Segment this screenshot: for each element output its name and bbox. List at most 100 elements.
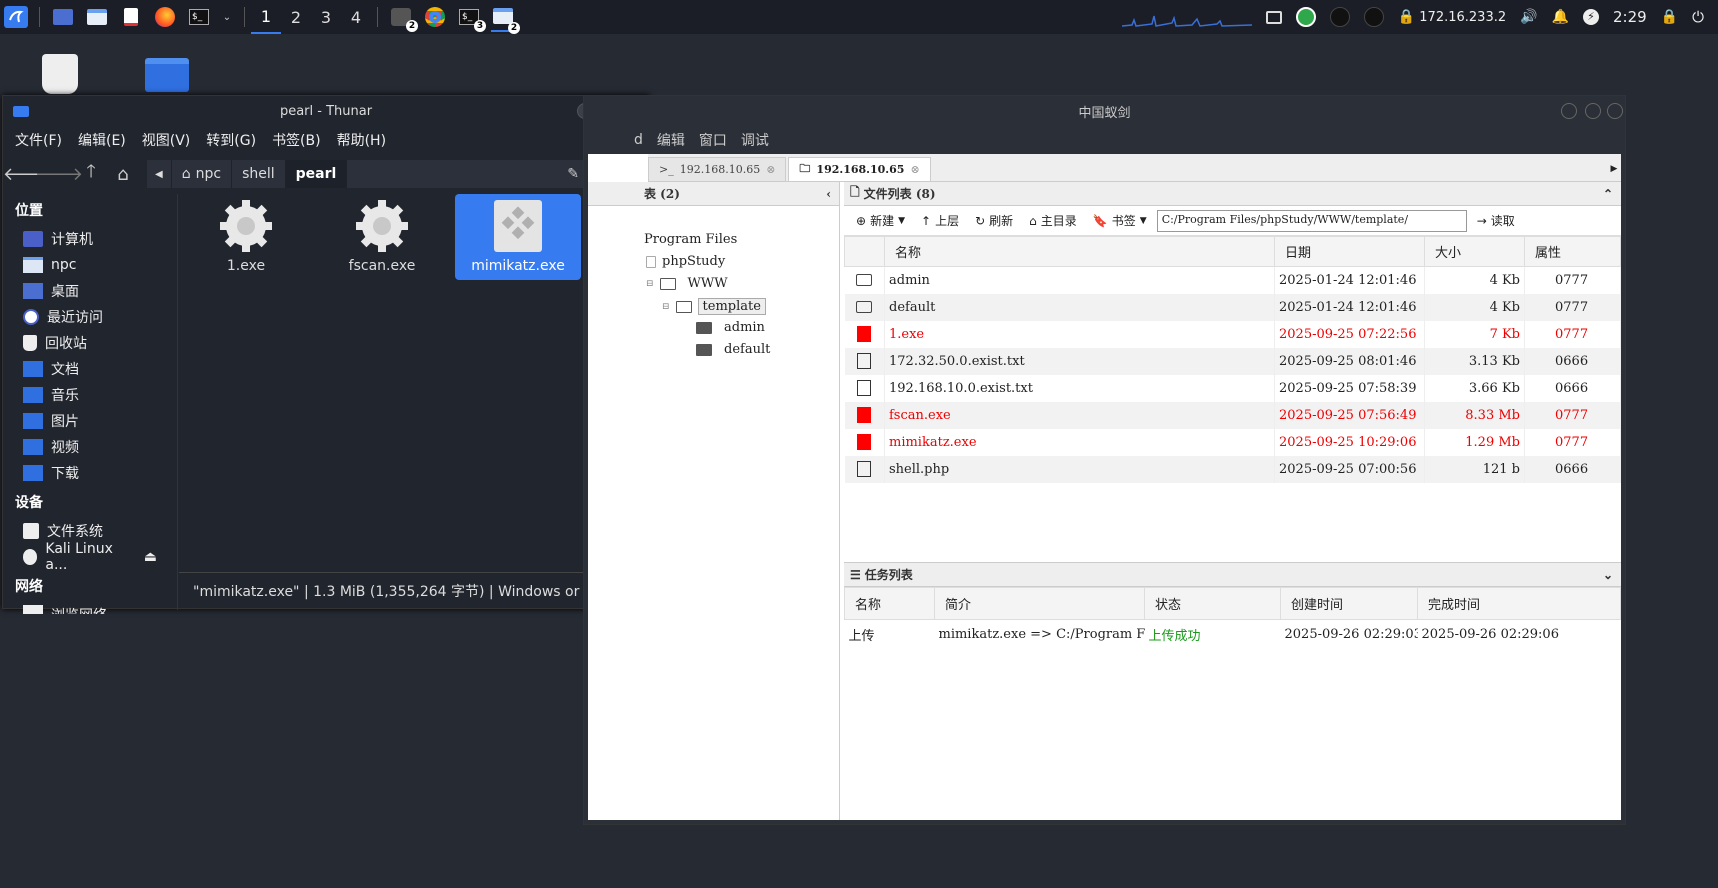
tree-item-admin[interactable]: admin: [696, 320, 765, 335]
file-item-selected[interactable]: mimikatz.exe: [455, 194, 581, 280]
file-item[interactable]: fscan.exe: [319, 194, 445, 280]
path-input[interactable]: C:/Program Files/phpStudy/WWW/template/: [1156, 209, 1467, 232]
sidebar-item-browse-network[interactable]: 浏览网络: [3, 602, 177, 614]
task-col-done[interactable]: 完成时间: [1417, 587, 1621, 620]
status-green-icon[interactable]: [1295, 7, 1316, 27]
menu-edit[interactable]: 编辑(E): [78, 130, 126, 150]
workspace-2[interactable]: 2: [281, 0, 311, 34]
table-row[interactable]: 172.32.50.0.exist.txt 2025-09-25 08:01:46…: [844, 347, 1621, 375]
breadcrumb-pearl[interactable]: pearl: [285, 160, 348, 188]
sidebar-item-trash[interactable]: 回收站: [3, 330, 177, 356]
breadcrumb-shell[interactable]: shell: [232, 160, 286, 188]
sidebar-item-music[interactable]: 音乐: [3, 382, 177, 408]
sidebar-item-videos[interactable]: 视频: [3, 434, 177, 460]
tree-item-default[interactable]: default: [696, 342, 770, 357]
file-item[interactable]: 1.exe: [183, 194, 309, 280]
menu-go[interactable]: 转到(G): [206, 130, 256, 150]
menu-file[interactable]: 文件(F): [15, 130, 62, 150]
breadcrumb-npc[interactable]: ⌂ npc: [172, 160, 233, 188]
up-level-button[interactable]: ↑ 上层: [915, 210, 965, 231]
screen-icon[interactable]: [1265, 10, 1282, 24]
menu-bookmarks[interactable]: 书签(B): [272, 130, 321, 150]
task-row[interactable]: 上传 mimikatz.exe => C:/Program Files/phpS…: [845, 620, 1621, 650]
table-row[interactable]: 1.exe 2025-09-25 07:22:56 7 Kb 0777: [844, 320, 1621, 348]
minimize-button[interactable]: [1561, 103, 1577, 119]
collapse-down-icon[interactable]: ⌄: [1603, 568, 1613, 582]
chrome-icon[interactable]: [423, 6, 447, 28]
sidebar-item-computer[interactable]: 计算机: [3, 226, 177, 252]
trash-desktop-icon[interactable]: [42, 54, 78, 94]
close-tab-icon[interactable]: ⊗: [910, 163, 919, 176]
menu-debug[interactable]: 调试: [741, 130, 769, 150]
sidebar-item-desktop[interactable]: 桌面: [3, 278, 177, 304]
table-row[interactable]: shell.php 2025-09-25 07:00:56 121 b 0666: [844, 455, 1621, 483]
logout-icon[interactable]: ⏻: [1692, 8, 1704, 26]
antsword-titlebar[interactable]: 中国蚁剑: [584, 96, 1625, 126]
new-button[interactable]: ⊕ 新建 ▼: [850, 210, 911, 231]
file-manager-icon[interactable]: [85, 6, 109, 28]
tray-app2-icon[interactable]: [1363, 7, 1384, 27]
kali-menu-icon[interactable]: [4, 6, 28, 28]
home-dir-button[interactable]: ⌂ 主目录: [1023, 210, 1083, 231]
tree-item-template[interactable]: ⊟ template: [662, 298, 766, 315]
tree-item-phpstudy[interactable]: phpStudy: [646, 254, 725, 269]
tree-item-www[interactable]: ⊟ WWW: [646, 276, 728, 291]
firefox-icon[interactable]: [153, 6, 177, 28]
sidebar-item-downloads[interactable]: 下载: [3, 460, 177, 486]
task-col-desc[interactable]: 简介: [934, 587, 1145, 620]
sidebar-item-recent[interactable]: 最近访问: [3, 304, 177, 330]
power-icon[interactable]: ⚡: [1583, 9, 1599, 25]
terminal-group-icon[interactable]: $_ 3: [457, 6, 486, 32]
refresh-button[interactable]: ↻ 刷新: [969, 210, 1019, 231]
col-size[interactable]: 大小: [1424, 236, 1525, 267]
lock-screen-icon[interactable]: 🔒: [1661, 9, 1678, 25]
menu-edit[interactable]: 编辑: [657, 130, 685, 150]
breadcrumb-left-icon[interactable]: ◀: [147, 160, 172, 188]
tray-app-icon[interactable]: [1329, 7, 1350, 27]
task-col-name[interactable]: 名称: [844, 587, 935, 620]
thunar-titlebar[interactable]: pearl - Thunar ✕: [3, 96, 649, 126]
sidebar-item-npc[interactable]: npc: [3, 252, 177, 278]
table-row[interactable]: admin 2025-01-24 12:01:46 4 Kb 0777: [844, 266, 1621, 294]
tab-scroll-right-icon[interactable]: ▶: [1607, 157, 1621, 181]
menu-partial[interactable]: d: [634, 132, 643, 148]
task-col-status[interactable]: 状态: [1144, 587, 1281, 620]
col-attr[interactable]: 属性: [1524, 236, 1621, 267]
table-row[interactable]: default 2025-01-24 12:01:46 4 Kb 0777: [844, 293, 1621, 321]
sidebar-item-pictures[interactable]: 图片: [3, 408, 177, 434]
workspace-1[interactable]: 1: [251, 0, 281, 34]
menu-window[interactable]: 窗口: [699, 130, 727, 150]
table-row[interactable]: fscan.exe 2025-09-25 07:56:49 8.33 Mb 0777: [844, 401, 1621, 429]
menu-view[interactable]: 视图(V): [142, 130, 191, 150]
thunar-group-icon[interactable]: 2: [491, 2, 520, 34]
expand-icon[interactable]: ⊟: [662, 302, 670, 312]
network-lock-icon[interactable]: 🔒: [1398, 9, 1415, 25]
forward-arrow-icon[interactable]: 🡒: [35, 160, 83, 188]
tree-item-program-files[interactable]: Program Files: [644, 232, 737, 247]
close-tab-icon[interactable]: ⊗: [766, 163, 775, 176]
table-row[interactable]: 192.168.10.0.exist.txt 2025-09-25 07:58:3…: [844, 374, 1621, 402]
show-desktop-icon[interactable]: [51, 6, 75, 28]
sidebar-item-kali-disc[interactable]: Kali Linux a... ⏏: [3, 541, 177, 573]
workspace-4[interactable]: 4: [341, 0, 371, 34]
sidebar-item-documents[interactable]: 文档: [3, 356, 177, 382]
read-button[interactable]: → 读取: [1471, 210, 1521, 231]
expand-icon[interactable]: ⊟: [646, 279, 654, 289]
col-date[interactable]: 日期: [1274, 236, 1425, 267]
tab-terminal[interactable]: >_ 192.168.10.65 ⊗: [648, 157, 787, 181]
bookmark-button[interactable]: 🔖 书签 ▼: [1087, 210, 1153, 231]
task-col-created[interactable]: 创建时间: [1280, 587, 1418, 620]
folder-desktop-icon[interactable]: [145, 58, 189, 92]
edit-path-icon[interactable]: ✎: [567, 166, 579, 182]
text-editor-icon[interactable]: [119, 6, 143, 28]
terminal-icon[interactable]: $_: [187, 6, 211, 28]
chevron-down-icon[interactable]: ⌄: [221, 6, 233, 28]
clock[interactable]: 2:29: [1613, 8, 1647, 26]
eject-icon[interactable]: ⏏: [144, 549, 157, 565]
app-group-icon[interactable]: 2: [389, 6, 418, 32]
col-name[interactable]: 名称: [884, 236, 1275, 267]
collapse-up-icon[interactable]: ⌃: [1603, 187, 1613, 201]
tab-filemanager[interactable]: 🗀 192.168.10.65 ⊗: [788, 157, 931, 181]
close-button[interactable]: [1607, 103, 1623, 119]
table-row[interactable]: mimikatz.exe 2025-09-25 10:29:06 1.29 Mb 07…: [844, 428, 1621, 456]
